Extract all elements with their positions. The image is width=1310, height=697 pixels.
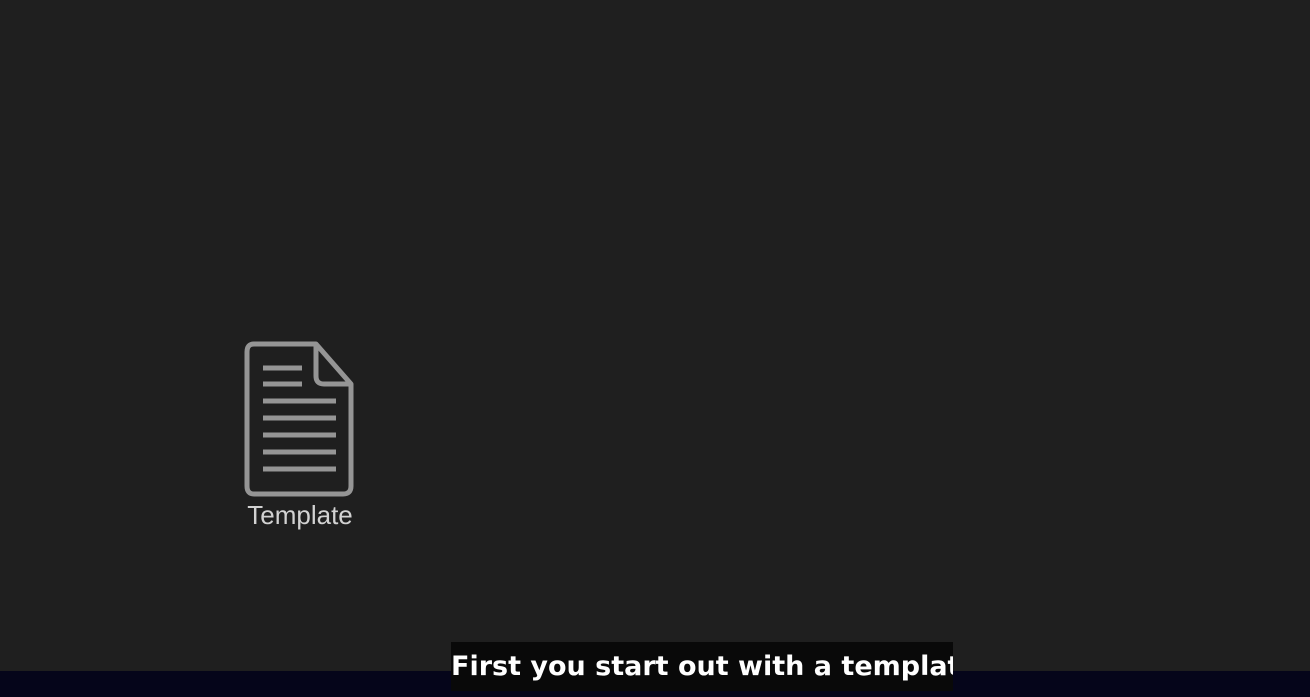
document-icon [244,341,356,497]
file-label: Template [247,500,353,530]
template-file[interactable]: Template [230,336,370,536]
desktop-background: Template First you start out with a temp… [0,0,1310,697]
caption-text: First you start out with a template. [451,642,953,691]
